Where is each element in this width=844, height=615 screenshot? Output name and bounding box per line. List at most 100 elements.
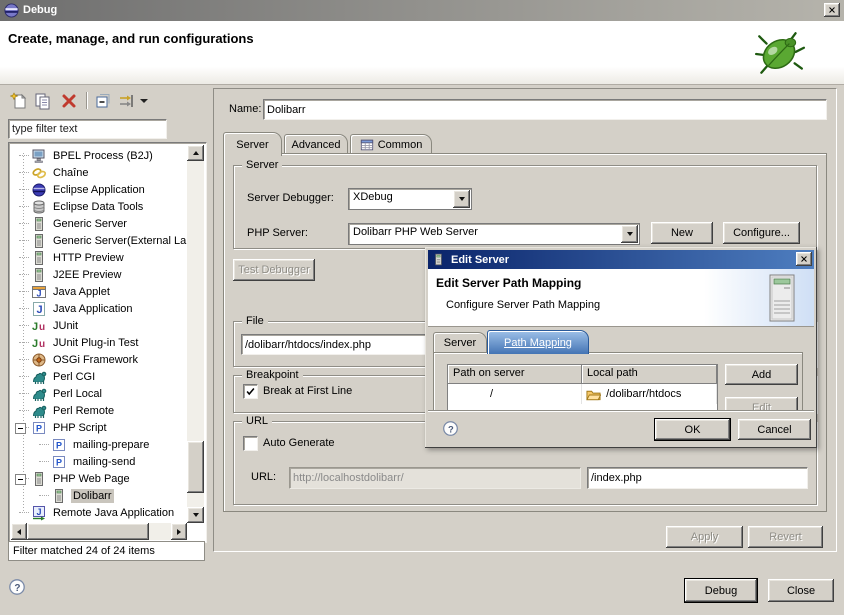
debug-button-wrap: Debug: [684, 578, 758, 603]
tree-item-perl-local[interactable]: Perl Local: [11, 385, 187, 402]
close-icon: [827, 5, 837, 15]
cancel-button[interactable]: Cancel: [738, 419, 811, 440]
scroll-left-button[interactable]: [11, 523, 27, 540]
php-server-label: PHP Server:: [247, 227, 308, 239]
tree-item-label: mailing-prepare: [71, 438, 151, 452]
add-mapping-button[interactable]: Add: [725, 364, 798, 385]
scroll-right-button[interactable]: [171, 523, 187, 540]
scroll-down-button[interactable]: [187, 507, 204, 523]
url-path-field-box[interactable]: [587, 467, 808, 489]
column-header-local-path[interactable]: Local path: [582, 365, 717, 384]
dropdown-button[interactable]: [621, 225, 638, 243]
close-button[interactable]: Close: [768, 579, 834, 602]
help-icon[interactable]: [442, 420, 459, 437]
collapse-all-icon[interactable]: [94, 92, 112, 110]
tree-item-perl-cgi[interactable]: Perl CGI: [11, 368, 187, 385]
tree-item-eclipse-application[interactable]: Eclipse Application: [11, 181, 187, 198]
apply-button[interactable]: Apply: [666, 526, 743, 548]
auto-generate-checkbox[interactable]: [243, 436, 258, 451]
junit-icon: [31, 318, 47, 334]
path-on-server-cell: /: [448, 384, 582, 404]
tree-item-mailing-send[interactable]: mailing-send: [11, 453, 187, 470]
test-debugger-button[interactable]: Test Debugger: [233, 259, 315, 281]
close-button-label: Close: [787, 585, 815, 597]
tab-advanced-label: Advanced: [292, 139, 341, 151]
mapping-row[interactable]: / /dolibarr/htdocs: [448, 384, 717, 404]
php-server-combo[interactable]: Dolibarr PHP Web Server: [348, 223, 640, 245]
applet-icon: [31, 284, 47, 300]
tree-item-label: Eclipse Application: [51, 183, 147, 197]
configure-server-button[interactable]: Configure...: [723, 222, 800, 244]
dialog-tab-path-mapping-label: Path Mapping: [504, 337, 572, 349]
filter-icon[interactable]: [118, 92, 136, 110]
tree-item-remote-java-application[interactable]: Remote Java Application: [11, 504, 187, 521]
tree-collapse-icon[interactable]: [15, 474, 26, 485]
tree-item-php-script[interactable]: PHP Script: [11, 419, 187, 436]
ok-button-label: OK: [685, 424, 701, 436]
tree-item-cha-ne[interactable]: Chaîne: [11, 164, 187, 181]
tree-item-perl-remote[interactable]: Perl Remote: [11, 402, 187, 419]
name-input[interactable]: [264, 100, 826, 119]
dialog-tab-path-mapping[interactable]: Path Mapping: [487, 330, 589, 354]
check-icon: [245, 386, 256, 397]
ok-button[interactable]: OK: [655, 419, 730, 440]
tree-item-mailing-prepare[interactable]: mailing-prepare: [11, 436, 187, 453]
debug-button[interactable]: Debug: [685, 579, 757, 602]
dropdown-button[interactable]: [453, 190, 470, 208]
break-first-line-checkbox[interactable]: [243, 384, 258, 399]
test-debugger-label: Test Debugger: [238, 264, 310, 276]
tree-item-generic-server-external-la[interactable]: Generic Server(External La: [11, 232, 187, 249]
tab-common[interactable]: Common: [350, 134, 432, 155]
base-url-input: [290, 468, 580, 488]
tree-item-http-preview[interactable]: HTTP Preview: [11, 249, 187, 266]
filter-input[interactable]: [9, 120, 166, 138]
tree-item-junit[interactable]: JUnit: [11, 317, 187, 334]
revert-button[interactable]: Revert: [748, 526, 823, 548]
tree-item-generic-server[interactable]: Generic Server: [11, 215, 187, 232]
tree-item-eclipse-data-tools[interactable]: Eclipse Data Tools: [11, 198, 187, 215]
duplicate-icon[interactable]: [34, 92, 52, 110]
new-configuration-icon[interactable]: [10, 92, 28, 110]
tree-item-java-applet[interactable]: Java Applet: [11, 283, 187, 300]
php-icon: [31, 420, 47, 436]
tree-item-bpel-process-b2j[interactable]: BPEL Process (B2J): [11, 147, 187, 164]
dialog-close-button[interactable]: [796, 252, 812, 266]
scroll-thumb[interactable]: [27, 523, 149, 540]
server-debugger-combo[interactable]: XDebug: [348, 188, 472, 210]
column-header-path-on-server[interactable]: Path on server: [448, 365, 582, 384]
new-server-button[interactable]: New: [651, 222, 713, 244]
server-icon: [432, 252, 445, 267]
dialog-tab-server[interactable]: Server: [433, 332, 487, 353]
dialog-titlebar[interactable]: Edit Server: [428, 250, 814, 269]
tree-item-java-application[interactable]: Java Application: [11, 300, 187, 317]
filter-input-box[interactable]: [8, 119, 167, 139]
toolbar-separator: [86, 92, 87, 109]
help-icon[interactable]: [8, 578, 26, 596]
url-path-input[interactable]: [588, 468, 807, 488]
delete-icon[interactable]: [60, 92, 78, 110]
tree-item-label: BPEL Process (B2J): [51, 149, 155, 163]
tree-collapse-icon[interactable]: [15, 423, 26, 434]
window-close-button[interactable]: [824, 3, 840, 17]
tab-advanced[interactable]: Advanced: [284, 134, 348, 155]
tree-item-dolibarr[interactable]: Dolibarr: [11, 487, 187, 504]
filter-menu-arrow-icon[interactable]: [140, 99, 148, 107]
tree-item-php-web-page[interactable]: PHP Web Page: [11, 470, 187, 487]
tree-item-label: Perl Remote: [51, 404, 116, 418]
tree-horizontal-scrollbar[interactable]: [11, 523, 187, 540]
tree-item-junit-plug-in-test[interactable]: JUnit Plug-in Test: [11, 334, 187, 351]
tree-item-j2ee-preview[interactable]: J2EE Preview: [11, 266, 187, 283]
perl-icon: [31, 386, 47, 402]
tab-server[interactable]: Server: [223, 132, 282, 156]
tree-item-label: mailing-send: [71, 455, 137, 469]
dialog-header: Edit Server Path Mapping Configure Serve…: [428, 269, 814, 327]
tree-item-osgi-framework[interactable]: OSGi Framework: [11, 351, 187, 368]
local-path-text: /dolibarr/htdocs: [606, 388, 681, 400]
scroll-up-button[interactable]: [187, 145, 204, 161]
name-field-box[interactable]: [263, 99, 827, 120]
configuration-tree-panel: BPEL Process (B2J)Chaîne Eclipse Applicat…: [8, 142, 207, 543]
php-server-value: Dolibarr PHP Web Server: [349, 224, 620, 244]
scroll-thumb[interactable]: [187, 441, 204, 493]
window-titlebar[interactable]: Debug: [0, 0, 844, 21]
tree-vertical-scrollbar[interactable]: [187, 145, 204, 523]
